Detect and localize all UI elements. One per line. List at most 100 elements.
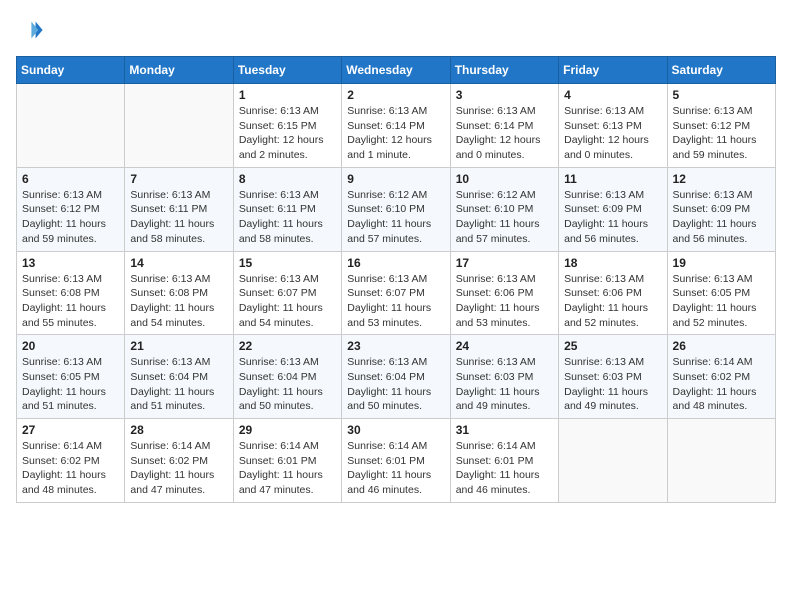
calendar-cell: 8Sunrise: 6:13 AM Sunset: 6:11 PM Daylig… xyxy=(233,167,341,251)
calendar-cell: 29 Sunrise: 6:14 AM Sunset: 6:01 PM Dayli… xyxy=(233,419,341,503)
day-content: Sunrise: 6:13 AM Sunset: 6:13 PM Dayligh… xyxy=(564,104,661,163)
calendar-cell xyxy=(667,419,775,503)
day-number: 31 xyxy=(456,423,553,437)
day-number: 13 xyxy=(22,256,119,270)
day-number: 14 xyxy=(130,256,227,270)
calendar-cell xyxy=(17,84,125,168)
day-number: 3 xyxy=(456,88,553,102)
day-content: Sunrise: 6:12 AM Sunset: 6:10 PM Dayligh… xyxy=(456,188,553,247)
day-number: 27 xyxy=(22,423,119,437)
calendar-cell: 22Sunrise: 6:13 AM Sunset: 6:04 PM Dayli… xyxy=(233,335,341,419)
calendar-table: SundayMondayTuesdayWednesdayThursdayFrid… xyxy=(16,56,776,503)
day-number: 22 xyxy=(239,339,336,353)
day-header-sunday: Sunday xyxy=(17,57,125,84)
calendar-cell: 1 Sunrise: 6:13 AM Sunset: 6:15 PM Daylig… xyxy=(233,84,341,168)
day-content: Sunrise: 6:14 AM Sunset: 6:01 PM Dayligh… xyxy=(456,439,553,498)
day-number: 5 xyxy=(673,88,770,102)
day-number: 1 xyxy=(239,88,336,102)
day-number: 10 xyxy=(456,172,553,186)
calendar-cell: 23 Sunrise: 6:13 AM Sunset: 6:04 PM Dayli… xyxy=(342,335,450,419)
day-content: Sunrise: 6:13 AM Sunset: 6:09 PM Dayligh… xyxy=(564,188,661,247)
calendar-week-row: 20 Sunrise: 6:13 AM Sunset: 6:05 PM Dayli… xyxy=(17,335,776,419)
day-content: Sunrise: 6:13 AM Sunset: 6:05 PM Dayligh… xyxy=(673,272,770,331)
day-number: 8 xyxy=(239,172,336,186)
day-number: 28 xyxy=(130,423,227,437)
day-content: Sunrise: 6:14 AM Sunset: 6:02 PM Dayligh… xyxy=(673,355,770,414)
day-content: Sunrise: 6:14 AM Sunset: 6:02 PM Dayligh… xyxy=(130,439,227,498)
day-content: Sunrise: 6:13 AM Sunset: 6:07 PM Dayligh… xyxy=(347,272,444,331)
day-number: 7 xyxy=(130,172,227,186)
day-content: Sunrise: 6:13 AM Sunset: 6:03 PM Dayligh… xyxy=(564,355,661,414)
calendar-cell: 24 Sunrise: 6:13 AM Sunset: 6:03 PM Dayli… xyxy=(450,335,558,419)
calendar-cell: 21Sunrise: 6:13 AM Sunset: 6:04 PM Dayli… xyxy=(125,335,233,419)
calendar-cell: 12Sunrise: 6:13 AM Sunset: 6:09 PM Dayli… xyxy=(667,167,775,251)
calendar-cell: 9Sunrise: 6:12 AM Sunset: 6:10 PM Daylig… xyxy=(342,167,450,251)
calendar-week-row: 27 Sunrise: 6:14 AM Sunset: 6:02 PM Dayli… xyxy=(17,419,776,503)
calendar-cell: 31 Sunrise: 6:14 AM Sunset: 6:01 PM Dayli… xyxy=(450,419,558,503)
calendar-cell: 19 Sunrise: 6:13 AM Sunset: 6:05 PM Dayli… xyxy=(667,251,775,335)
day-header-friday: Friday xyxy=(559,57,667,84)
day-content: Sunrise: 6:13 AM Sunset: 6:14 PM Dayligh… xyxy=(347,104,444,163)
day-number: 6 xyxy=(22,172,119,186)
day-content: Sunrise: 6:13 AM Sunset: 6:09 PM Dayligh… xyxy=(673,188,770,247)
day-content: Sunrise: 6:13 AM Sunset: 6:05 PM Dayligh… xyxy=(22,355,119,414)
day-content: Sunrise: 6:14 AM Sunset: 6:01 PM Dayligh… xyxy=(347,439,444,498)
day-number: 15 xyxy=(239,256,336,270)
calendar-cell: 15 Sunrise: 6:13 AM Sunset: 6:07 PM Dayli… xyxy=(233,251,341,335)
calendar-cell: 10 Sunrise: 6:12 AM Sunset: 6:10 PM Dayli… xyxy=(450,167,558,251)
calendar-cell: 30 Sunrise: 6:14 AM Sunset: 6:01 PM Dayli… xyxy=(342,419,450,503)
day-content: Sunrise: 6:14 AM Sunset: 6:01 PM Dayligh… xyxy=(239,439,336,498)
calendar-header-row: SundayMondayTuesdayWednesdayThursdayFrid… xyxy=(17,57,776,84)
day-number: 9 xyxy=(347,172,444,186)
calendar-week-row: 1 Sunrise: 6:13 AM Sunset: 6:15 PM Daylig… xyxy=(17,84,776,168)
day-content: Sunrise: 6:13 AM Sunset: 6:04 PM Dayligh… xyxy=(347,355,444,414)
day-content: Sunrise: 6:13 AM Sunset: 6:06 PM Dayligh… xyxy=(456,272,553,331)
calendar-cell: 13 Sunrise: 6:13 AM Sunset: 6:08 PM Dayli… xyxy=(17,251,125,335)
calendar-cell: 3 Sunrise: 6:13 AM Sunset: 6:14 PM Daylig… xyxy=(450,84,558,168)
day-number: 29 xyxy=(239,423,336,437)
calendar-cell: 28 Sunrise: 6:14 AM Sunset: 6:02 PM Dayli… xyxy=(125,419,233,503)
day-number: 25 xyxy=(564,339,661,353)
calendar-cell: 16 Sunrise: 6:13 AM Sunset: 6:07 PM Dayli… xyxy=(342,251,450,335)
day-content: Sunrise: 6:13 AM Sunset: 6:08 PM Dayligh… xyxy=(130,272,227,331)
logo-icon xyxy=(16,16,44,44)
day-number: 20 xyxy=(22,339,119,353)
calendar-cell: 6 Sunrise: 6:13 AM Sunset: 6:12 PM Daylig… xyxy=(17,167,125,251)
day-content: Sunrise: 6:13 AM Sunset: 6:12 PM Dayligh… xyxy=(673,104,770,163)
day-content: Sunrise: 6:13 AM Sunset: 6:12 PM Dayligh… xyxy=(22,188,119,247)
day-content: Sunrise: 6:13 AM Sunset: 6:14 PM Dayligh… xyxy=(456,104,553,163)
day-number: 19 xyxy=(673,256,770,270)
calendar-week-row: 13 Sunrise: 6:13 AM Sunset: 6:08 PM Dayli… xyxy=(17,251,776,335)
day-header-wednesday: Wednesday xyxy=(342,57,450,84)
calendar-cell: 27 Sunrise: 6:14 AM Sunset: 6:02 PM Dayli… xyxy=(17,419,125,503)
day-content: Sunrise: 6:13 AM Sunset: 6:11 PM Dayligh… xyxy=(130,188,227,247)
calendar-cell: 18 Sunrise: 6:13 AM Sunset: 6:06 PM Dayli… xyxy=(559,251,667,335)
day-content: Sunrise: 6:13 AM Sunset: 6:04 PM Dayligh… xyxy=(130,355,227,414)
logo xyxy=(16,16,48,44)
day-content: Sunrise: 6:13 AM Sunset: 6:03 PM Dayligh… xyxy=(456,355,553,414)
day-number: 26 xyxy=(673,339,770,353)
day-content: Sunrise: 6:13 AM Sunset: 6:08 PM Dayligh… xyxy=(22,272,119,331)
day-number: 16 xyxy=(347,256,444,270)
day-number: 24 xyxy=(456,339,553,353)
day-header-monday: Monday xyxy=(125,57,233,84)
day-number: 17 xyxy=(456,256,553,270)
day-content: Sunrise: 6:14 AM Sunset: 6:02 PM Dayligh… xyxy=(22,439,119,498)
day-number: 11 xyxy=(564,172,661,186)
calendar-cell: 11 Sunrise: 6:13 AM Sunset: 6:09 PM Dayli… xyxy=(559,167,667,251)
calendar-cell: 14 Sunrise: 6:13 AM Sunset: 6:08 PM Dayli… xyxy=(125,251,233,335)
calendar-cell: 25 Sunrise: 6:13 AM Sunset: 6:03 PM Dayli… xyxy=(559,335,667,419)
calendar-week-row: 6 Sunrise: 6:13 AM Sunset: 6:12 PM Daylig… xyxy=(17,167,776,251)
day-number: 18 xyxy=(564,256,661,270)
day-number: 30 xyxy=(347,423,444,437)
calendar-cell: 4Sunrise: 6:13 AM Sunset: 6:13 PM Daylig… xyxy=(559,84,667,168)
page-header xyxy=(16,16,776,44)
calendar-cell: 17 Sunrise: 6:13 AM Sunset: 6:06 PM Dayli… xyxy=(450,251,558,335)
calendar-cell xyxy=(559,419,667,503)
day-number: 23 xyxy=(347,339,444,353)
day-content: Sunrise: 6:13 AM Sunset: 6:06 PM Dayligh… xyxy=(564,272,661,331)
day-content: Sunrise: 6:13 AM Sunset: 6:07 PM Dayligh… xyxy=(239,272,336,331)
day-header-tuesday: Tuesday xyxy=(233,57,341,84)
day-content: Sunrise: 6:13 AM Sunset: 6:15 PM Dayligh… xyxy=(239,104,336,163)
calendar-cell: 26 Sunrise: 6:14 AM Sunset: 6:02 PM Dayli… xyxy=(667,335,775,419)
